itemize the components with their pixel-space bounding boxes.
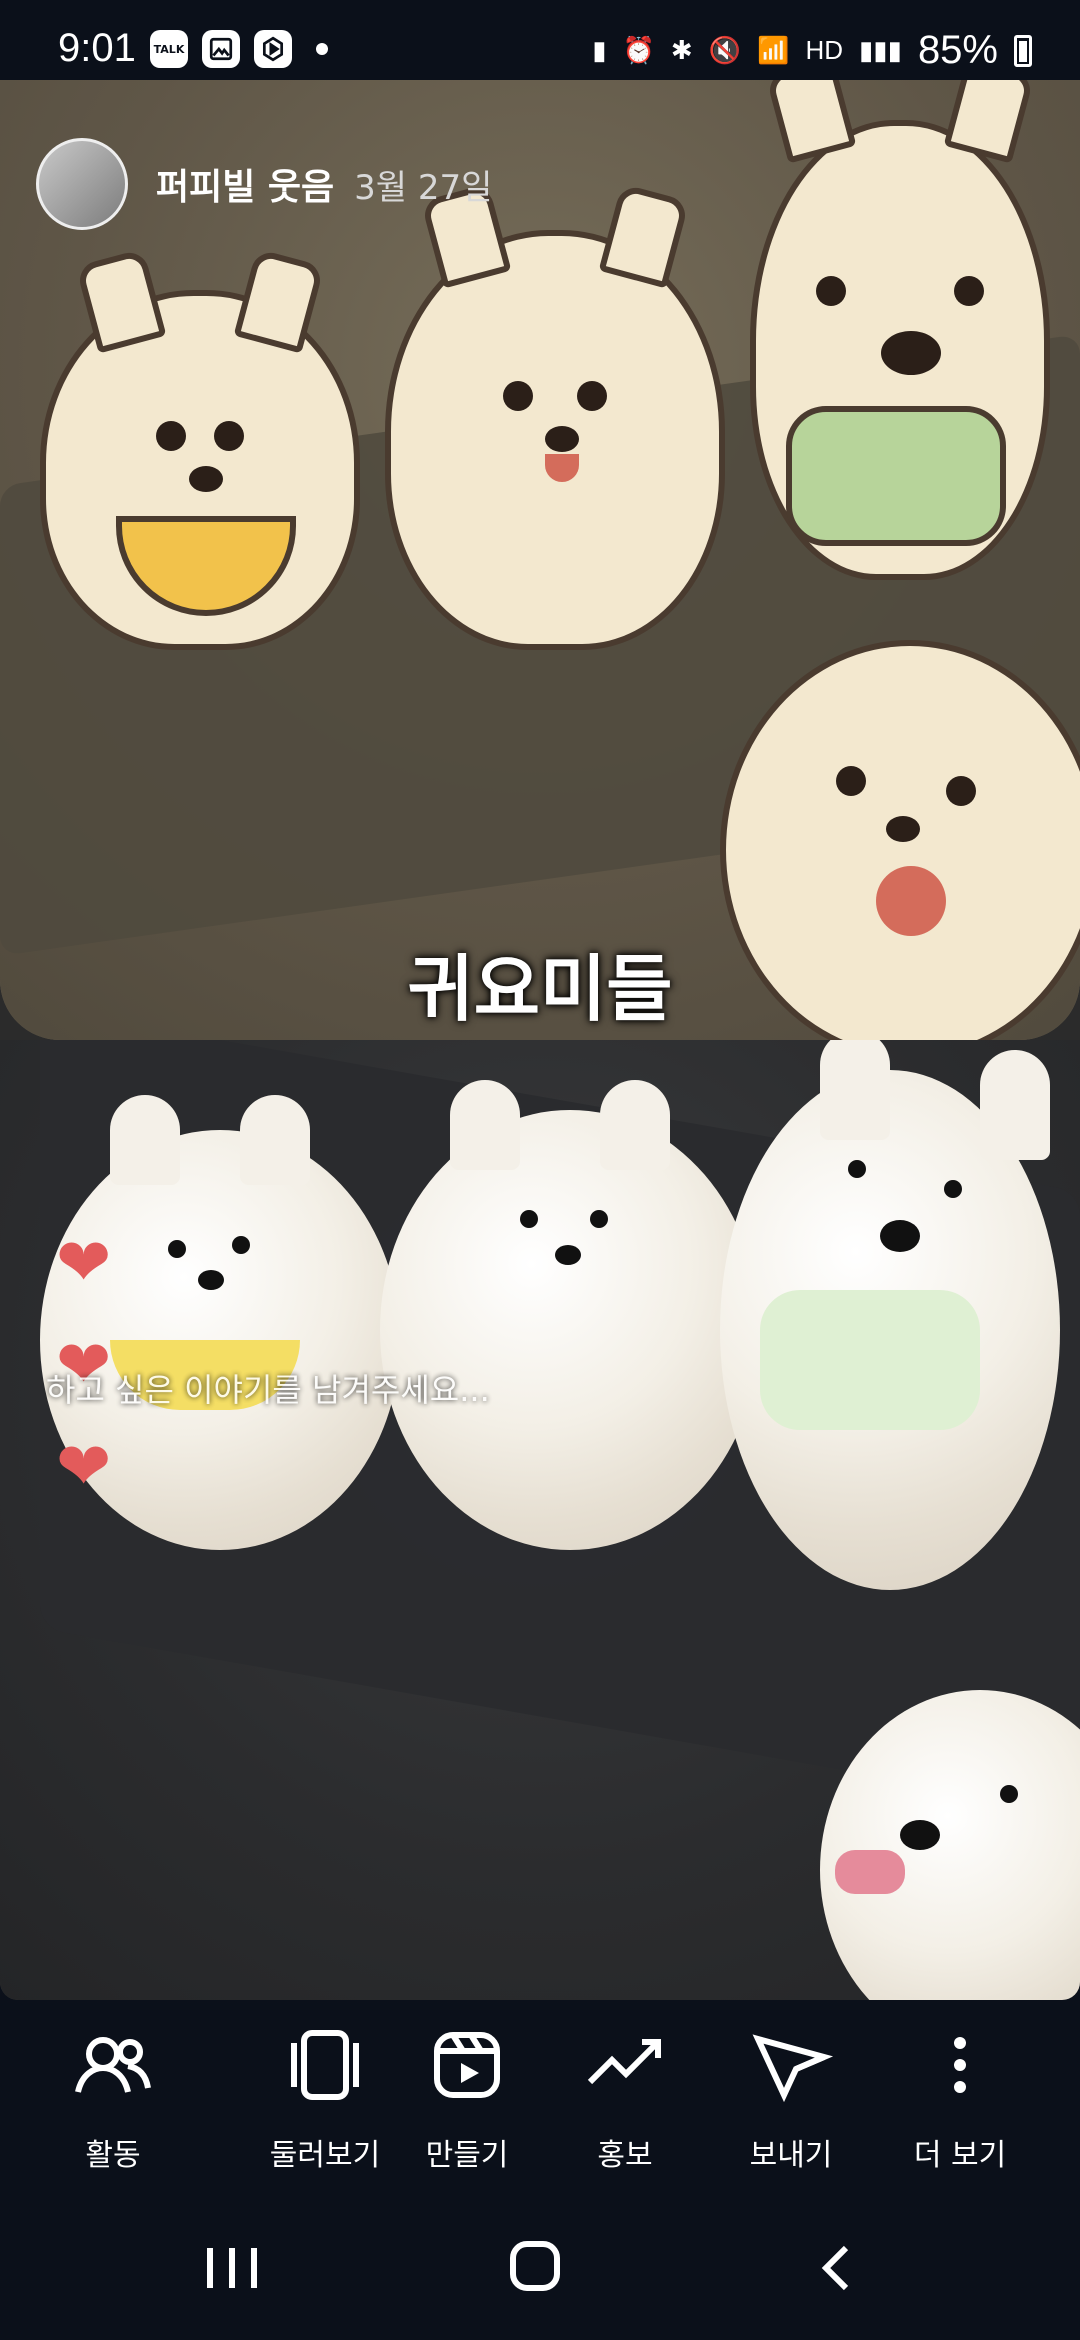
dog-nose [545, 426, 579, 452]
home-button[interactable] [475, 2238, 595, 2298]
dog-tongue [545, 454, 579, 482]
illustrated-dog-1 [40, 248, 360, 650]
photo-dog-4-nose [900, 1820, 940, 1850]
reel-icon [382, 2000, 552, 2130]
photo-dog-1-eye [232, 1236, 250, 1254]
post-date: 3월 27일 [354, 167, 493, 208]
more-dot-icon [316, 43, 328, 55]
photo-dog-3-nose [880, 1220, 920, 1252]
mute-icon: 🔇 [708, 35, 742, 65]
dog-eye [946, 776, 976, 806]
photo-dog-1-nose [198, 1270, 224, 1290]
hd-voice-icon: HD [805, 35, 843, 65]
action-label: 보내기 [749, 2138, 833, 2173]
photo-dog-1-eye [168, 1240, 186, 1258]
wifi-icon: 📶 [757, 35, 790, 65]
photo-dog-3-shirt [760, 1290, 980, 1430]
battery-percent: 85% [917, 28, 998, 72]
alarm-icon: ⏰ [622, 35, 655, 65]
avatar[interactable] [36, 138, 128, 230]
action-label: 더 보기 [913, 2138, 1007, 2173]
system-nav-bar [0, 2200, 1080, 2340]
action-more[interactable]: 더 보기 [875, 2000, 1045, 2174]
photo-panel [0, 1040, 1080, 2000]
photo-dog-3-ear [980, 1050, 1050, 1160]
send-icon [706, 2000, 876, 2130]
photo-dog-2-eye [590, 1210, 608, 1228]
action-label: 활동 [85, 2138, 141, 2173]
comment-placeholder[interactable]: 하고 싶은 이야기를 남겨주세요... [46, 1365, 490, 1411]
more-vertical-icon [875, 2000, 1045, 2130]
signal-icon: ▮▮▮ [859, 35, 902, 65]
story-header[interactable]: 퍼피빌 웃음 3월 27일 [36, 138, 492, 230]
photo-dog-2-ear [600, 1080, 670, 1170]
status-right: ▮ ⏰ ✱ 🔇 📶 HD ▮▮▮ 85% [592, 28, 1032, 73]
dog-eye [954, 276, 984, 306]
notification-icons: TALK [150, 30, 328, 68]
recents-button[interactable] [172, 2238, 292, 2298]
green-shirt [786, 406, 1006, 546]
talk-notification-icon: TALK [150, 30, 188, 68]
story-actions-bar: 활동 둘러보기 만들기 홍보 보내기 더 보기 [0, 2000, 1080, 2200]
photo-dog-4-tongue [835, 1850, 905, 1894]
photo-dog-2-nose [555, 1245, 581, 1265]
action-activity[interactable]: 활동 [28, 2000, 198, 2174]
action-promote[interactable]: 홍보 [540, 2000, 710, 2174]
app-notification-icon [254, 30, 292, 68]
dog-eye [214, 421, 244, 451]
dog-nose [189, 466, 223, 492]
trend-icon [540, 2000, 710, 2130]
gallery-notification-icon [202, 30, 240, 68]
action-label: 홍보 [597, 2138, 653, 2173]
story-caption: 귀요미들 [407, 947, 673, 1031]
dog-eye [836, 766, 866, 796]
dog-nose [881, 331, 941, 375]
photo-dog-3-eye [944, 1180, 962, 1198]
dog-eye [503, 381, 533, 411]
people-icon [28, 2000, 198, 2130]
back-icon [821, 2245, 849, 2291]
bluetooth-icon: ✱ [670, 35, 693, 65]
action-label: 만들기 [425, 2138, 509, 2173]
photo-dog-2-ear [450, 1080, 520, 1170]
dog-tongue [876, 866, 946, 936]
username[interactable]: 퍼피빌 웃음 [156, 158, 334, 210]
illustrated-dog-2 [385, 183, 725, 650]
photo-dog-2 [380, 1110, 760, 1550]
photo-dog-3-eye [848, 1160, 866, 1178]
photo-dog-3-ear [820, 1040, 890, 1140]
dog-nose [886, 816, 920, 842]
dog-eye [156, 421, 186, 451]
battery-icon [1014, 34, 1032, 67]
heart-icon: ❤ [56, 1224, 112, 1301]
home-icon [510, 2241, 560, 2291]
photo-dog-2-eye [520, 1210, 538, 1228]
yellow-bib [116, 516, 296, 616]
illustrated-dog-3 [750, 80, 1050, 580]
dog-eye [577, 381, 607, 411]
heart-icon: ❤ [56, 1428, 112, 1505]
back-button[interactable] [780, 2238, 900, 2298]
dog-eye [816, 276, 846, 306]
photo-dog-1-ear [240, 1095, 310, 1185]
action-create[interactable]: 만들기 [382, 2000, 552, 2174]
status-time: 9:01 [58, 26, 136, 70]
story-viewer[interactable]: 귀요미들 퍼피빌 웃음 3월 27일 ❤ ❤ ❤ 하고 싶은 이야기를 남겨주세… [0, 80, 1080, 2000]
photo-dog-4-eye [1000, 1785, 1018, 1803]
charging-icon: ▮ [592, 35, 607, 65]
recents-icon [207, 2248, 257, 2288]
action-send[interactable]: 보내기 [706, 2000, 876, 2174]
photo-dog-1-ear [110, 1095, 180, 1185]
